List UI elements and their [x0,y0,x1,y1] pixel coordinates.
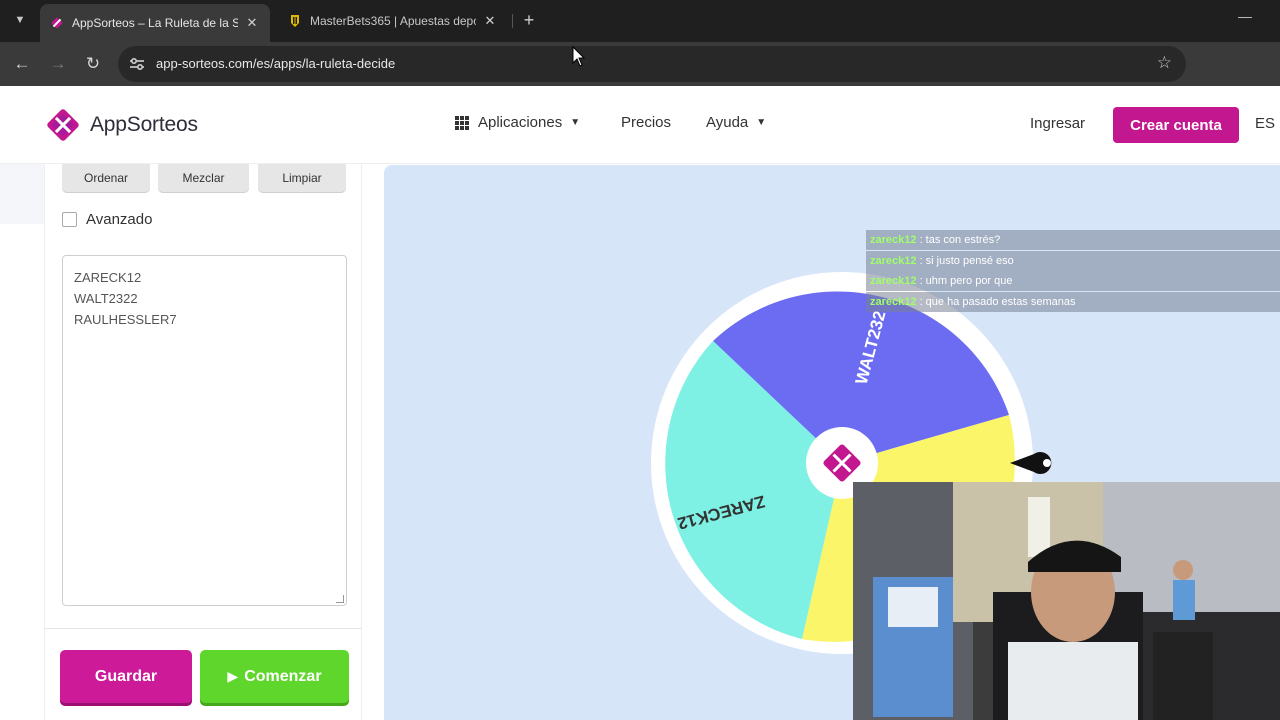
close-tab-icon[interactable]: ✕ [482,13,498,29]
logo-text: AppSorteos [90,113,198,137]
browser-tab-bar: ▼ AppSorteos – La Ruleta de la Su ✕ Mast… [0,0,1280,42]
resize-grip-icon[interactable] [336,595,344,603]
clear-button[interactable]: Limpiar [258,164,346,192]
chat-text: : tas con estrés? [919,234,1001,246]
save-button[interactable]: Guardar [60,650,192,703]
advanced-checkbox[interactable] [62,212,77,227]
logo-suffix: Sorteos [126,113,198,136]
tab-search-chevron-icon[interactable]: ▼ [8,8,32,32]
name-entry: WALT2322 [74,291,138,306]
site-header: AppSorteos Aplicaciones ▼ Precios Ayuda … [0,86,1280,164]
nav-applications[interactable]: Aplicaciones ▼ [455,114,580,131]
chat-username: zareck12 [870,295,917,308]
create-account-button[interactable]: Crear cuenta [1113,107,1239,143]
name-entry: ZARECK12 [74,270,142,285]
advanced-option[interactable]: Avanzado [62,211,152,228]
webcam-image [853,482,1280,720]
chat-username: zareck12 [870,234,917,246]
chevron-down-icon: ▼ [756,117,767,128]
reload-icon[interactable]: ↻ [81,52,105,76]
site-settings-icon[interactable] [128,55,146,73]
chat-username: zareck12 [870,254,917,267]
masterbets-favicon-icon [291,15,299,27]
mouse-cursor-icon [572,46,586,67]
nav-help-label: Ayuda [706,114,749,131]
login-link[interactable]: Ingresar [1030,115,1085,132]
panel-divider [44,628,362,629]
appsorteos-favicon-icon [51,17,63,29]
logo-prefix: App [90,113,127,136]
chat-message: zareck12 : tas con estrés? [866,230,1280,250]
nav-prices-label: Precios [621,114,672,131]
browser-toolbar: ← → ↻ app-sorteos.com/es/apps/la-ruleta-… [0,42,1280,114]
chat-message: zareck12 : que ha pasado estas semanas [866,291,1280,312]
stream-chat-overlay: zareck12 : tas con estrés? zareck12 : si… [866,230,1280,312]
chat-text: : que ha pasado estas semanas [919,295,1076,308]
tab-title: MasterBets365 | Apuestas depo [310,14,476,28]
tab-masterbets[interactable]: MasterBets365 | Apuestas depo ✕ [278,6,508,36]
advanced-label: Avanzado [86,211,153,228]
apps-grid-icon [455,115,469,130]
left-strip [0,164,44,224]
appsorteos-logo-icon [47,109,79,141]
sort-button[interactable]: Ordenar [62,164,150,192]
nav-applications-label: Aplicaciones [478,114,563,131]
start-button[interactable]: ▶ Comenzar [200,650,349,703]
nav-help[interactable]: Ayuda ▼ [706,114,766,131]
chevron-down-icon: ▼ [570,117,581,128]
language-selector[interactable]: ES [1255,115,1275,132]
nav-prices[interactable]: Precios [621,114,671,131]
shuffle-button[interactable]: Mezclar [158,164,249,192]
address-bar[interactable]: app-sorteos.com/es/apps/la-ruleta-decide… [118,46,1186,82]
url-text: app-sorteos.com/es/apps/la-ruleta-decide [156,56,396,71]
chat-text: : uhm pero por que [919,275,1013,287]
tab-title: AppSorteos – La Ruleta de la Su [72,16,238,30]
forward-arrow-icon[interactable]: → [46,52,70,76]
chat-message: zareck12 : uhm pero por que [866,271,1280,291]
back-arrow-icon[interactable]: ← [10,52,34,76]
tab-appsorteos[interactable]: AppSorteos – La Ruleta de la Su ✕ [40,4,270,42]
tab-separator [512,14,513,28]
webcam-overlay [853,482,1280,720]
appsorteos-logo[interactable]: AppSorteos [44,106,198,144]
bookmark-star-icon[interactable]: ☆ [1157,53,1172,73]
minimize-window-icon[interactable]: — [1238,8,1254,28]
chat-message: zareck12 : si justo pensé eso [866,250,1280,271]
new-tab-plus-icon[interactable]: + [518,9,540,31]
close-tab-icon[interactable]: ✕ [244,15,260,31]
name-entry: RAULHESSLER7 [74,312,177,327]
chat-text: : si justo pensé eso [919,254,1014,267]
start-button-label: Comenzar [244,667,322,685]
play-icon: ▶ [227,668,239,684]
chat-username: zareck12 [870,275,917,287]
names-textarea[interactable]: ZARECK12 WALT2322 RAULHESSLER7 [62,255,347,606]
